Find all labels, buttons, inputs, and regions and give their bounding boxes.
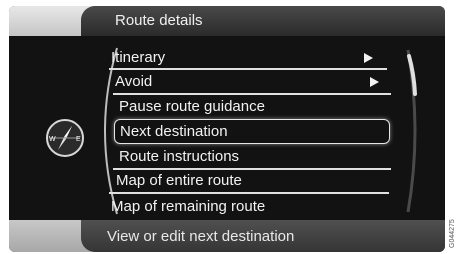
menu-item-avoid[interactable]: Avoid bbox=[115, 73, 152, 90]
menu-separator bbox=[109, 192, 389, 194]
menu-item-label: Route instructions bbox=[119, 148, 240, 165]
menu-item-label: Map of entire route bbox=[116, 172, 242, 189]
compass-icon: W E bbox=[46, 119, 84, 157]
menu-item-itinerary[interactable]: Itinerary bbox=[111, 49, 165, 66]
compass-west-label: W bbox=[49, 136, 56, 143]
status-text: View or edit next destination bbox=[107, 228, 295, 245]
menu-item-map-remaining-route[interactable]: Map of remaining route bbox=[111, 198, 265, 215]
menu-separator bbox=[113, 168, 391, 170]
menu-separator bbox=[113, 93, 391, 95]
scrollbar[interactable] bbox=[404, 46, 424, 216]
header-tab: Route details bbox=[81, 6, 445, 36]
menu-item-label: Itinerary bbox=[111, 49, 166, 66]
page-title: Route details bbox=[115, 12, 203, 29]
menu-item-label: Avoid bbox=[115, 73, 153, 90]
submenu-arrow-icon bbox=[370, 77, 379, 87]
compass-east-label: E bbox=[76, 136, 81, 143]
menu-item-route-instructions[interactable]: Route instructions bbox=[119, 148, 239, 165]
menu-item-map-entire-route[interactable]: Map of entire route bbox=[116, 172, 242, 189]
header-bar: Route details bbox=[9, 6, 445, 36]
side-code-text: G044275 bbox=[449, 219, 456, 248]
footer-bar: View or edit next destination bbox=[9, 220, 445, 252]
menu-item-label: Next destination bbox=[120, 123, 228, 140]
footer-tab: View or edit next destination bbox=[81, 220, 445, 252]
menu-separator bbox=[109, 68, 387, 70]
submenu-arrow-icon bbox=[364, 53, 373, 63]
image-code-label: G044275 bbox=[449, 219, 456, 248]
menu-item-label: Map of remaining route bbox=[111, 198, 266, 215]
menu-item-pause-route-guidance[interactable]: Pause route guidance bbox=[119, 98, 265, 115]
menu-item-label: Pause route guidance bbox=[119, 98, 265, 115]
menu-item-next-destination[interactable]: Next destination bbox=[114, 119, 390, 144]
navigation-screen: Route details W E Itinerary Avoid Pause … bbox=[9, 6, 445, 252]
